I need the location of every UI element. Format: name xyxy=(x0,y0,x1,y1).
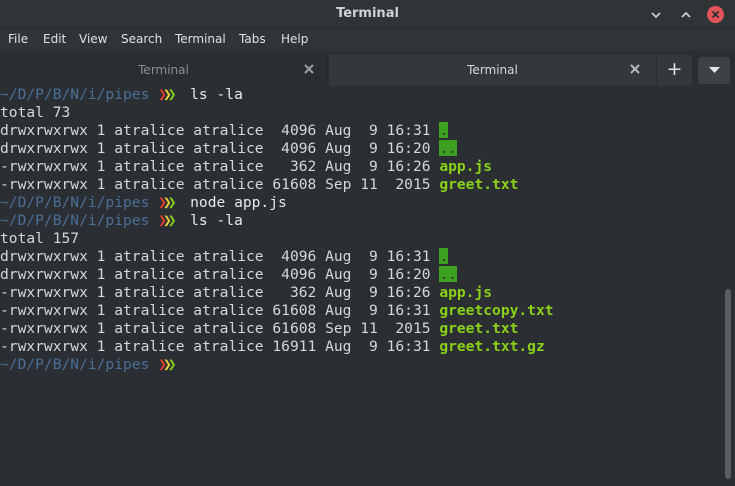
listing-row: drwxrwxrwx 1 atralice atralice 4096 Aug … xyxy=(0,140,722,158)
file-attributes: -rwxrwxrwx 1 atralice atralice 61608 Sep… xyxy=(0,320,440,337)
prompt-line: ~/D/P/B/N/i/pipes ❯❯❯ ls -la xyxy=(0,86,722,104)
command-text: node app.js xyxy=(190,194,287,211)
listing-row: -rwxrwxrwx 1 atralice atralice 362 Aug 9… xyxy=(0,158,722,176)
prompt-path: ~/D/P/B/N/i/pipes xyxy=(0,86,150,103)
file-name: greet.txt xyxy=(439,320,519,337)
file-name: app.js xyxy=(439,284,493,301)
menu-edit[interactable]: Edit xyxy=(43,32,66,46)
directory-name: .. xyxy=(439,266,458,282)
prompt-chevrons-icon: ❯❯❯ xyxy=(158,212,176,229)
tab-label: Terminal xyxy=(138,63,189,77)
file-attributes: -rwxrwxrwx 1 atralice atralice 362 Aug 9… xyxy=(0,158,440,175)
directory-name: . xyxy=(439,122,449,138)
total-line: total 157 xyxy=(0,230,80,247)
menu-terminal[interactable]: Terminal xyxy=(175,32,226,46)
file-attributes: drwxrwxrwx 1 atralice atralice 4096 Aug … xyxy=(0,248,440,265)
file-name: greet.txt.gz xyxy=(439,338,545,355)
command-text: ls -la xyxy=(190,86,243,103)
tab-label: Terminal xyxy=(467,63,518,77)
listing-row: -rwxrwxrwx 1 atralice atralice 61608 Sep… xyxy=(0,320,722,338)
close-tab-icon[interactable] xyxy=(303,63,315,75)
listing-row: -rwxrwxrwx 1 atralice atralice 16911 Aug… xyxy=(0,338,722,356)
prompt-line: ~/D/P/B/N/i/pipes ❯❯❯ ls -la xyxy=(0,212,722,230)
menu-view[interactable]: View xyxy=(79,32,107,46)
total-line: total 73 xyxy=(0,104,71,121)
plus-icon: + xyxy=(666,58,683,80)
terminal-output[interactable]: ~/D/P/B/N/i/pipes ❯❯❯ ls -la total 73 dr… xyxy=(0,86,722,486)
command-text: ls -la xyxy=(190,212,243,229)
file-attributes: drwxrwxrwx 1 atralice atralice 4096 Aug … xyxy=(0,122,440,139)
file-attributes: -rwxrwxrwx 1 atralice atralice 362 Aug 9… xyxy=(0,284,440,301)
prompt-chevrons-icon: ❯❯❯ xyxy=(158,356,176,373)
menu-search[interactable]: Search xyxy=(121,32,162,46)
tab-menu-button[interactable] xyxy=(698,57,730,84)
file-name: greetcopy.txt xyxy=(439,302,554,319)
prompt-line: ~/D/P/B/N/i/pipes ❯❯❯ xyxy=(0,356,722,374)
minimize-icon[interactable] xyxy=(648,7,664,23)
directory-name: . xyxy=(439,248,449,264)
menu-tabs[interactable]: Tabs xyxy=(239,32,266,46)
maximize-icon[interactable] xyxy=(678,7,694,23)
title-bar: Terminal xyxy=(0,0,735,29)
window-title: Terminal xyxy=(336,6,399,21)
prompt-path: ~/D/P/B/N/i/pipes xyxy=(0,194,150,211)
file-attributes: drwxrwxrwx 1 atralice atralice 4096 Aug … xyxy=(0,266,440,283)
prompt-path: ~/D/P/B/N/i/pipes xyxy=(0,212,150,229)
file-name: app.js xyxy=(439,158,493,175)
menu-file[interactable]: File xyxy=(8,32,28,46)
file-attributes: -rwxrwxrwx 1 atralice atralice 16911 Aug… xyxy=(0,338,440,355)
menu-help[interactable]: Help xyxy=(281,32,308,46)
listing-row: drwxrwxrwx 1 atralice atralice 4096 Aug … xyxy=(0,266,722,284)
file-attributes: drwxrwxrwx 1 atralice atralice 4096 Aug … xyxy=(0,140,440,157)
prompt-chevrons-icon: ❯❯❯ xyxy=(158,194,176,211)
chevron-down-icon xyxy=(709,67,720,73)
scrollbar-thumb[interactable] xyxy=(725,289,731,479)
menu-bar: File Edit View Search Terminal Tabs Help xyxy=(0,29,735,51)
prompt-chevrons-icon: ❯❯❯ xyxy=(158,86,176,103)
file-name: greet.txt xyxy=(439,176,519,193)
vertical-scrollbar[interactable] xyxy=(722,86,735,486)
file-attributes: -rwxrwxrwx 1 atralice atralice 61608 Aug… xyxy=(0,302,440,319)
new-tab-button[interactable]: + xyxy=(657,55,692,86)
listing-row: drwxrwxrwx 1 atralice atralice 4096 Aug … xyxy=(0,248,722,266)
tab-terminal-2[interactable]: Terminal xyxy=(329,55,656,86)
listing-row: drwxrwxrwx 1 atralice atralice 4096 Aug … xyxy=(0,122,722,140)
tab-bar: Terminal Terminal + xyxy=(0,55,735,86)
close-tab-icon[interactable] xyxy=(629,63,641,75)
close-window-icon[interactable] xyxy=(707,6,724,23)
file-attributes: -rwxrwxrwx 1 atralice atralice 61608 Sep… xyxy=(0,176,440,193)
prompt-line: ~/D/P/B/N/i/pipes ❯❯❯ node app.js xyxy=(0,194,722,212)
listing-row: -rwxrwxrwx 1 atralice atralice 61608 Aug… xyxy=(0,302,722,320)
listing-row: -rwxrwxrwx 1 atralice atralice 61608 Sep… xyxy=(0,176,722,194)
listing-row: -rwxrwxrwx 1 atralice atralice 362 Aug 9… xyxy=(0,284,722,302)
prompt-path: ~/D/P/B/N/i/pipes xyxy=(0,356,150,373)
directory-name: .. xyxy=(439,140,458,156)
tab-terminal-1[interactable]: Terminal xyxy=(0,55,328,86)
